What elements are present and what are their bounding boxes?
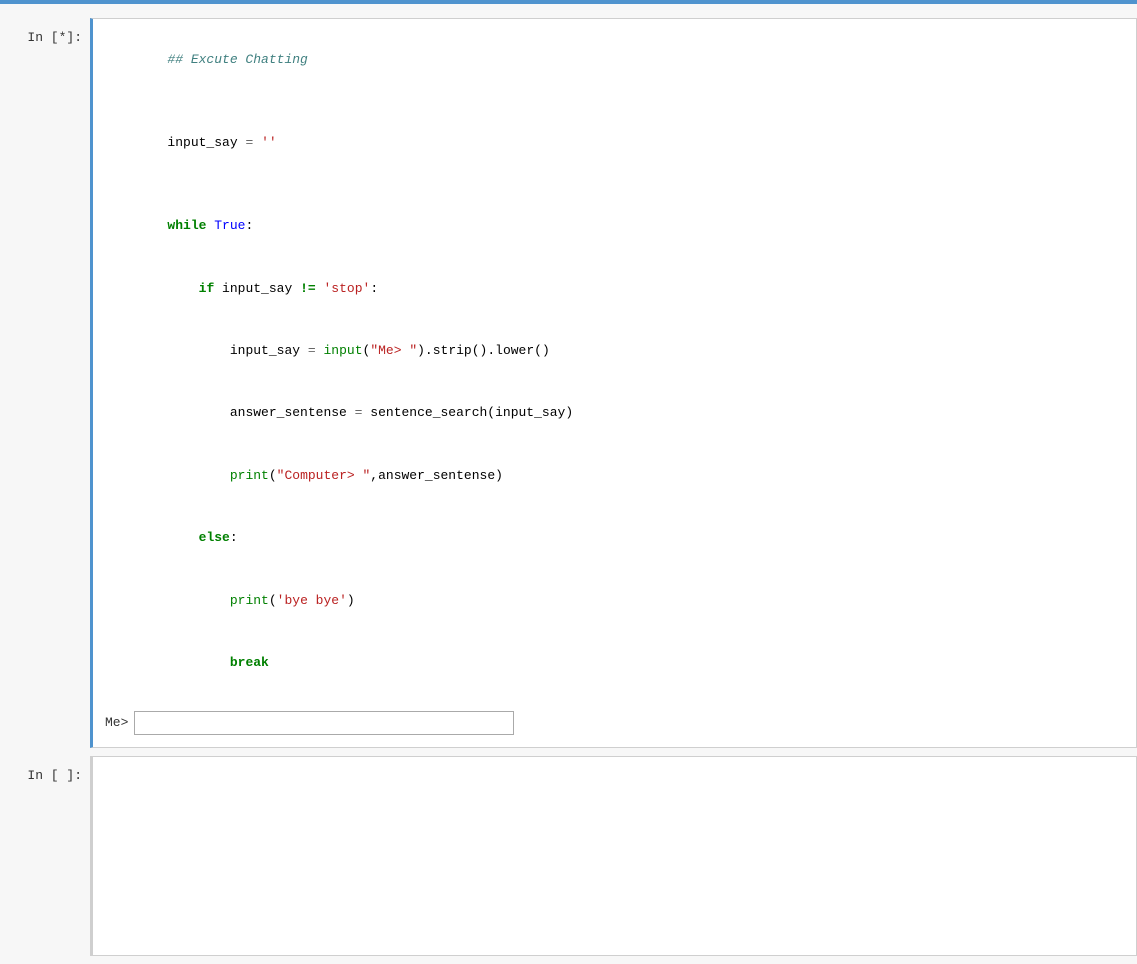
sentence-search-call: sentence_search(input_say) — [362, 405, 573, 420]
cell-2: In [ ]: — [0, 756, 1137, 956]
notebook-container: In [*]: ## Excute Chatting input_say = '… — [0, 0, 1137, 956]
code-line-print-bye: print('bye bye') — [105, 570, 1124, 632]
cell-1: In [*]: ## Excute Chatting input_say = '… — [0, 18, 1137, 748]
print2-close: ) — [347, 593, 355, 608]
colon1: : — [245, 218, 253, 233]
indent2 — [167, 343, 229, 358]
computer-prompt: "Computer> " — [277, 468, 371, 483]
stop-string: 'stop' — [324, 281, 371, 296]
space1 — [253, 135, 261, 150]
cell-2-label: In [ ]: — [0, 756, 90, 956]
comment-text: ## Excute Chatting — [167, 52, 307, 67]
indent1 — [167, 281, 198, 296]
if-var: input_say — [214, 281, 300, 296]
kw-if: if — [199, 281, 215, 296]
code-line-inputsay: input_say = '' — [105, 112, 1124, 174]
output-area: Me> — [105, 699, 1124, 737]
assign2: = — [308, 343, 316, 358]
builtin-print2: print — [230, 593, 269, 608]
indent4 — [167, 468, 229, 483]
indent6 — [167, 593, 229, 608]
me-prompt-label: Me> — [105, 715, 128, 730]
code-line-if: if input_say != 'stop': — [105, 258, 1124, 320]
indent3 — [167, 405, 229, 420]
code-line-break: break — [105, 632, 1124, 694]
colon2: : — [370, 281, 378, 296]
builtin-print1: print — [230, 468, 269, 483]
var-input-say: input_say — [167, 135, 245, 150]
empty-string: '' — [261, 135, 277, 150]
code-line-else: else: — [105, 507, 1124, 569]
kw-while: while — [167, 218, 206, 233]
print1-open: ( — [269, 468, 277, 483]
code-line-blank1 — [105, 91, 1124, 112]
kw-true: True — [214, 218, 245, 233]
indent7 — [167, 655, 229, 670]
cell-1-label: In [*]: — [0, 18, 90, 748]
input-prompt-row: Me> — [105, 709, 1124, 737]
print2-open: ( — [269, 593, 277, 608]
cell-1-content[interactable]: ## Excute Chatting input_say = '' while … — [90, 18, 1137, 748]
space3 — [316, 281, 324, 296]
code-line-answer: answer_sentense = sentence_search(input_… — [105, 383, 1124, 445]
indent5 — [167, 530, 198, 545]
chain-methods: ).strip().lower() — [417, 343, 550, 358]
bye-string: 'bye bye' — [277, 593, 347, 608]
cell-2-content[interactable] — [90, 756, 1137, 956]
answer-var: answer_sentense — [230, 405, 355, 420]
neq-op: != — [300, 281, 316, 296]
kw-else: else — [199, 530, 230, 545]
code-line-comment: ## Excute Chatting — [105, 29, 1124, 91]
code-line-input-assign: input_say = input("Me> ").strip().lower(… — [105, 320, 1124, 382]
code-line-blank2 — [105, 175, 1124, 196]
code-line-while: while True: — [105, 195, 1124, 257]
colon3: : — [230, 530, 238, 545]
inputsay2: input_say — [230, 343, 308, 358]
me-prompt: "Me> " — [370, 343, 417, 358]
print1-rest: ,answer_sentense) — [370, 468, 503, 483]
code-line-print-computer: print("Computer> ",answer_sentense) — [105, 445, 1124, 507]
builtin-input: input — [323, 343, 362, 358]
kw-break: break — [230, 655, 269, 670]
me-input[interactable] — [134, 711, 514, 735]
